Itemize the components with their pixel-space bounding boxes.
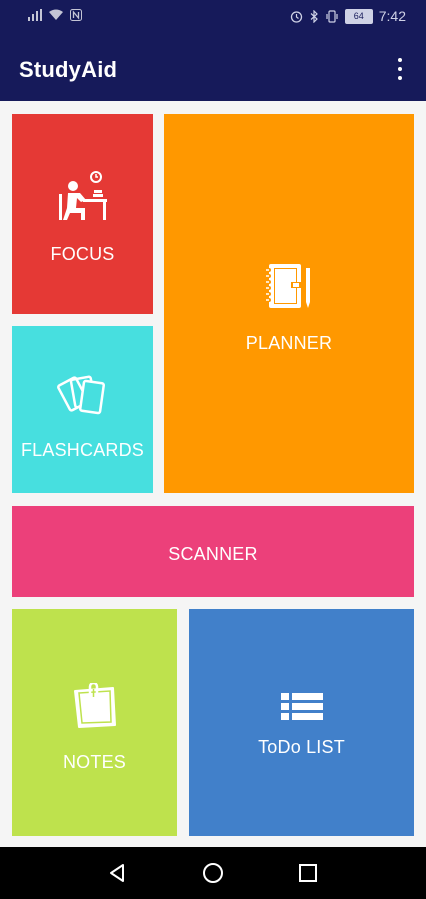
flashcards-icon [56,370,110,425]
signal-icon [28,9,42,21]
desk-study-icon [55,170,111,231]
alarm-icon [290,10,303,23]
notes-label: NOTES [62,752,126,772]
scanner-tile[interactable]: SCANNER [12,506,414,597]
todo-list-tile[interactable]: ToDo LIST [189,609,414,836]
wifi-icon [48,9,64,21]
focus-label: FOCUS [50,244,115,264]
focus-tile[interactable]: FOCUS [12,114,153,314]
notes-tile[interactable]: NOTES [12,609,177,836]
planner-notebook-icon [263,262,315,317]
status-time: 7:42 [378,8,406,24]
system-nav-bar [0,847,426,899]
flashcards-label: FLASHCARDS [20,440,145,460]
battery-icon: 64 [344,8,373,24]
flashcards-tile[interactable]: FLASHCARDS [12,326,153,493]
list-icon [280,693,323,726]
sticky-note-icon [69,681,121,736]
app-header: 64 7:42 StudyAid [0,0,426,101]
status-bar: 64 7:42 [0,0,426,36]
home-circle-icon[interactable] [201,861,225,885]
todo-list-label: ToDo LIST [258,737,345,757]
recents-square-icon[interactable] [296,861,320,885]
bluetooth-icon [309,9,319,23]
planner-label: PLANNER [245,333,333,353]
planner-tile[interactable]: PLANNER [164,114,414,493]
more-vert-icon[interactable] [392,58,408,80]
scanner-label: SCANNER [168,544,258,564]
nfc-icon [70,9,82,21]
back-triangle-icon[interactable] [106,861,130,885]
app-title: StudyAid [19,57,118,82]
vibrate-icon [325,9,339,23]
